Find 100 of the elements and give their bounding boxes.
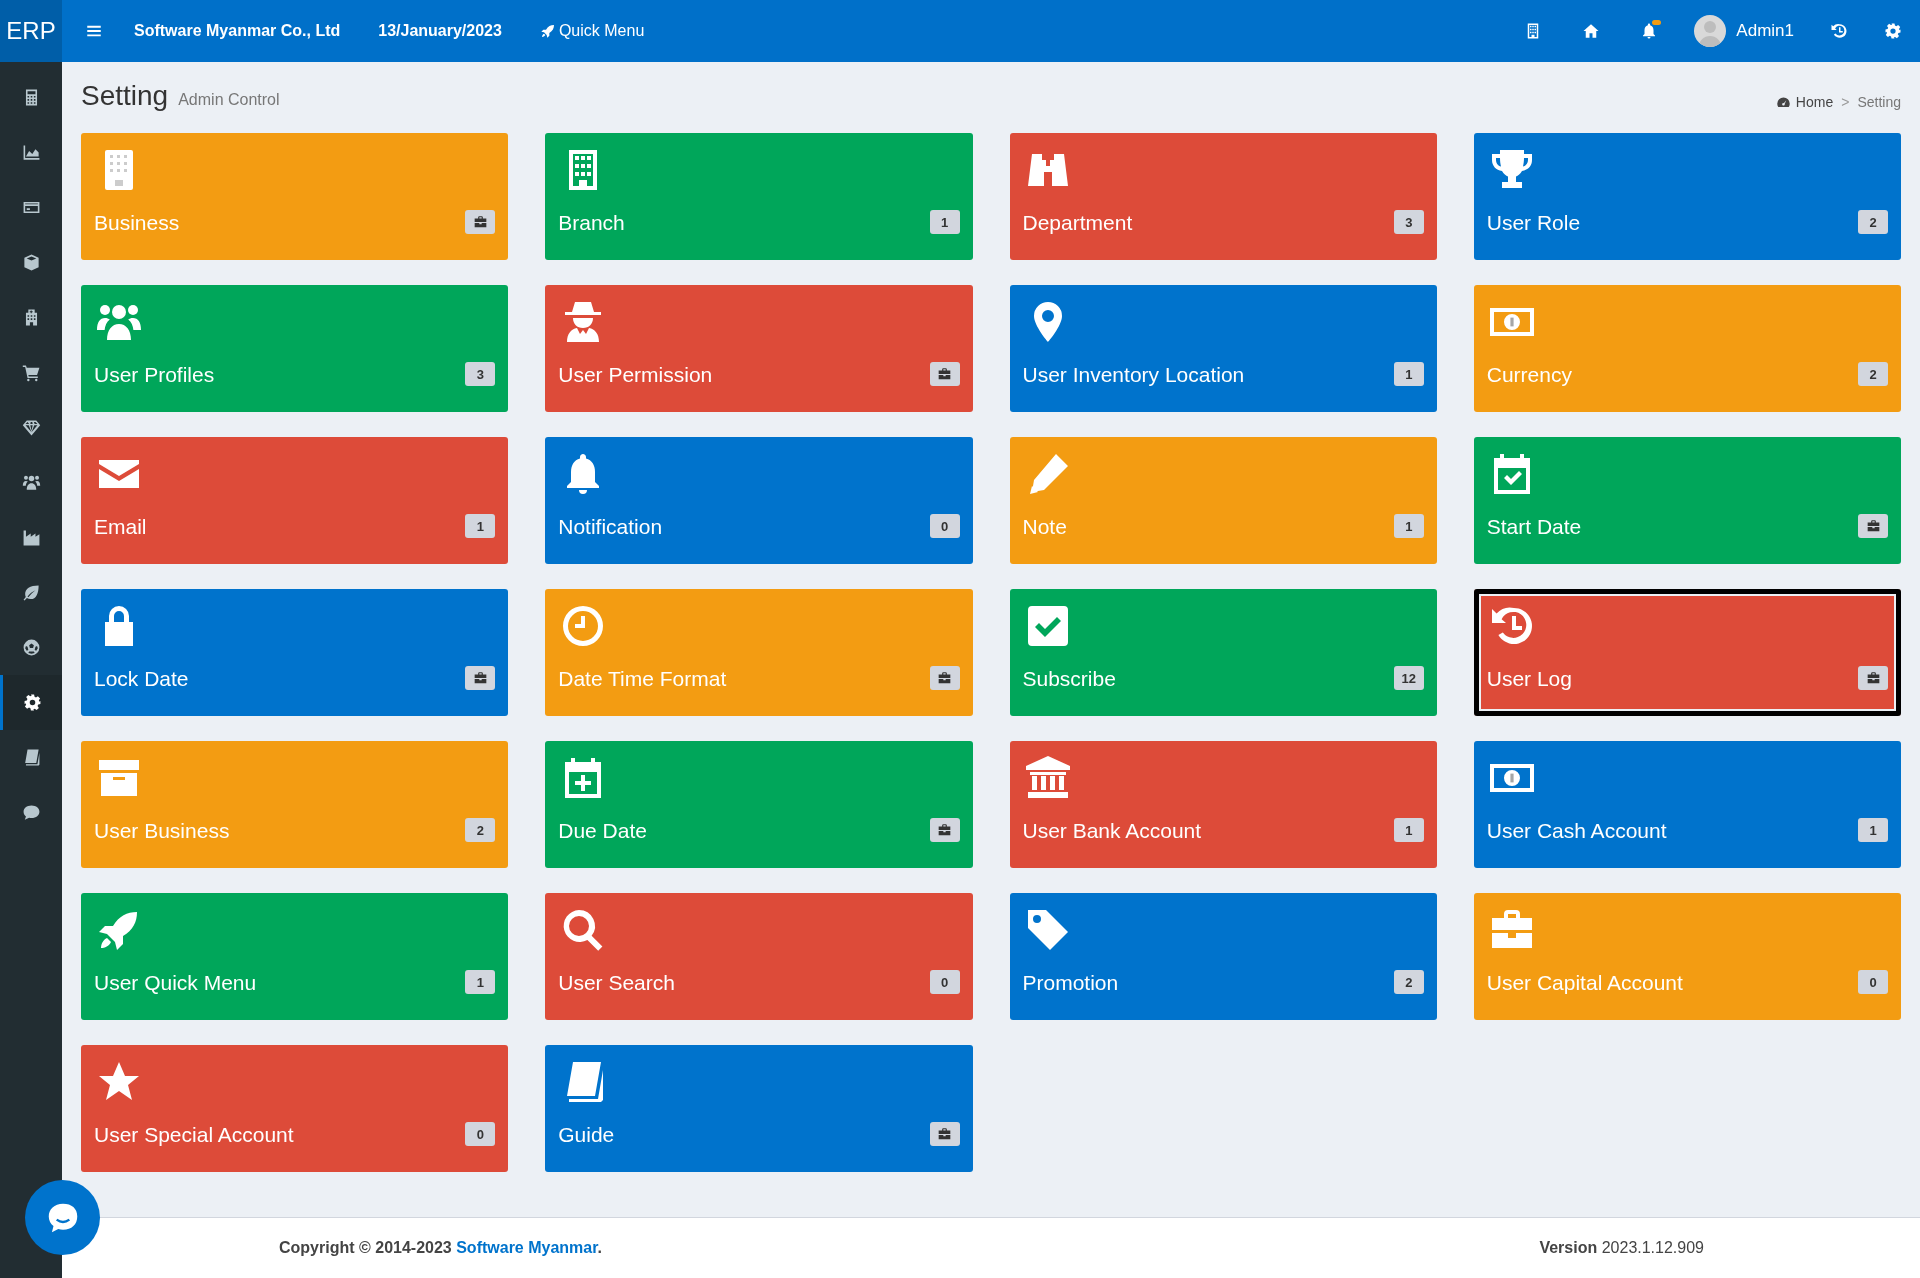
tile-label: User Capital Account [1486,969,1683,996]
setting-tile[interactable]: User Quick Menu 1 [81,893,509,1020]
history-icon [1830,22,1848,40]
tile-label: Email [94,513,147,540]
setting-tile[interactable]: Note 1 [1009,437,1437,564]
tile-label: Start Date [1486,513,1582,540]
tile-label: Date Time Format [558,665,727,692]
tile-label: Promotion [1022,969,1119,996]
copyright-text: Copyright © 2014-2023 Software Myanmar. [279,1238,603,1258]
setting-tile[interactable]: Lock Date [81,589,509,716]
tile-label: User Inventory Location [1022,361,1245,388]
count-badge: 12 [1393,666,1424,691]
users-icon [21,473,41,492]
count-badge: 0 [465,1122,496,1147]
tile-label: User Search [558,969,675,996]
tile-label: User Log [1486,665,1572,692]
setting-tile[interactable]: Currency 2 [1473,285,1901,412]
setting-tile[interactable]: Branch 1 [545,133,973,260]
version-text: Version 2023.1.12.909 [1539,1238,1704,1258]
breadcrumb-current: Setting [1857,93,1901,112]
count-badge: 2 [1858,362,1888,387]
tile-label: User Permission [558,361,713,388]
tile-label: Business [94,209,180,236]
briefcase-icon [1865,671,1881,686]
setting-tile[interactable]: User Search 0 [545,893,973,1020]
sidebar-item[interactable] [0,675,62,730]
page-subtitle: Admin Control [178,90,280,110]
home-icon [1582,22,1601,40]
count-badge: 1 [1393,818,1424,843]
tile-label: Currency [1486,361,1572,388]
speech-bubble-icon [21,803,41,822]
count-badge: 1 [1858,818,1888,843]
briefcase-icon [472,671,488,686]
tile-label: User Role [1486,209,1581,236]
cart-icon [21,363,41,382]
breadcrumb-link[interactable]: Home [1775,92,1834,113]
count-badge: 1 [465,970,496,995]
settings-icon [23,693,42,712]
tile-label: Subscribe [1022,665,1116,692]
company-name: Software Myanmar Co., Ltd [134,21,341,41]
setting-tile[interactable]: User Log [1473,589,1901,716]
breadcrumb-separator: > [1841,93,1850,112]
setting-tile[interactable]: Subscribe 12 [1009,589,1437,716]
count-badge: 1 [1393,362,1424,387]
count-badge: 1 [1393,514,1424,539]
tile-label: Note [1022,513,1067,540]
count-badge: 3 [465,362,496,387]
tile-label: User Special Account [94,1121,294,1148]
setting-tile[interactable]: User Capital Account 0 [1473,893,1901,1020]
count-badge: 2 [1858,210,1888,235]
factory-icon [21,528,41,547]
count-badge: 1 [465,514,496,539]
tile-label: Due Date [558,817,647,844]
page-title: Setting [81,79,169,113]
quick-menu-link[interactable]: Quick Menu [539,19,645,43]
briefcase-icon [937,1127,952,1142]
diamond-icon [21,418,41,437]
settings-icon [1884,22,1902,40]
tile-label: User Quick Menu [94,969,257,996]
gauge-icon [1775,95,1791,110]
setting-tile[interactable]: User Business 2 [81,741,509,868]
setting-tile[interactable]: Email 1 [81,437,509,564]
setting-tile[interactable]: Department 3 [1009,133,1437,260]
count-badge: 2 [465,818,496,843]
tile-label: Department [1022,209,1133,236]
footer-link[interactable]: Software Myanmar [456,1239,598,1256]
tile-label: User Cash Account [1486,817,1667,844]
tile-label: Guide [558,1121,615,1148]
briefcase-icon [937,671,952,686]
count-badge: 3 [1393,210,1424,235]
leaf-icon [21,583,41,602]
setting-tile[interactable]: User Cash Account 1 [1473,741,1901,868]
setting-tile[interactable]: Notification 0 [545,437,973,564]
tile-label: Notification [558,513,663,540]
setting-tile[interactable]: Guide [545,1045,973,1172]
tile-label: User Bank Account [1022,817,1202,844]
avatar-icon [1694,15,1727,47]
briefcase-icon [1865,519,1881,534]
setting-tile[interactable]: User Special Account 0 [81,1045,509,1172]
setting-tile[interactable]: User Profiles 3 [81,285,509,412]
area-chart-icon [21,143,41,162]
setting-tile[interactable]: User Permission [545,285,973,412]
setting-tile[interactable]: User Bank Account 1 [1009,741,1437,868]
briefcase-icon [937,367,952,382]
setting-tile[interactable]: User Role 2 [1473,133,1901,260]
tile-label: Lock Date [94,665,189,692]
cube-icon [21,253,41,272]
app-logo[interactable]: ERP [0,0,62,62]
setting-tile[interactable]: User Inventory Location 1 [1009,285,1437,412]
count-badge: 2 [1393,970,1424,995]
briefcase-icon [472,215,488,230]
count-badge: 0 [929,970,960,995]
count-badge: 0 [929,514,960,539]
count-badge: 0 [1858,970,1888,995]
setting-tile[interactable]: Promotion 2 [1009,893,1437,1020]
current-date: 13/January/2023 [378,21,502,41]
user-menu[interactable]: Admin1 [1694,15,1794,47]
rocket-icon [539,23,556,39]
briefcase-icon [937,823,952,838]
tile-label: Branch [558,209,625,236]
